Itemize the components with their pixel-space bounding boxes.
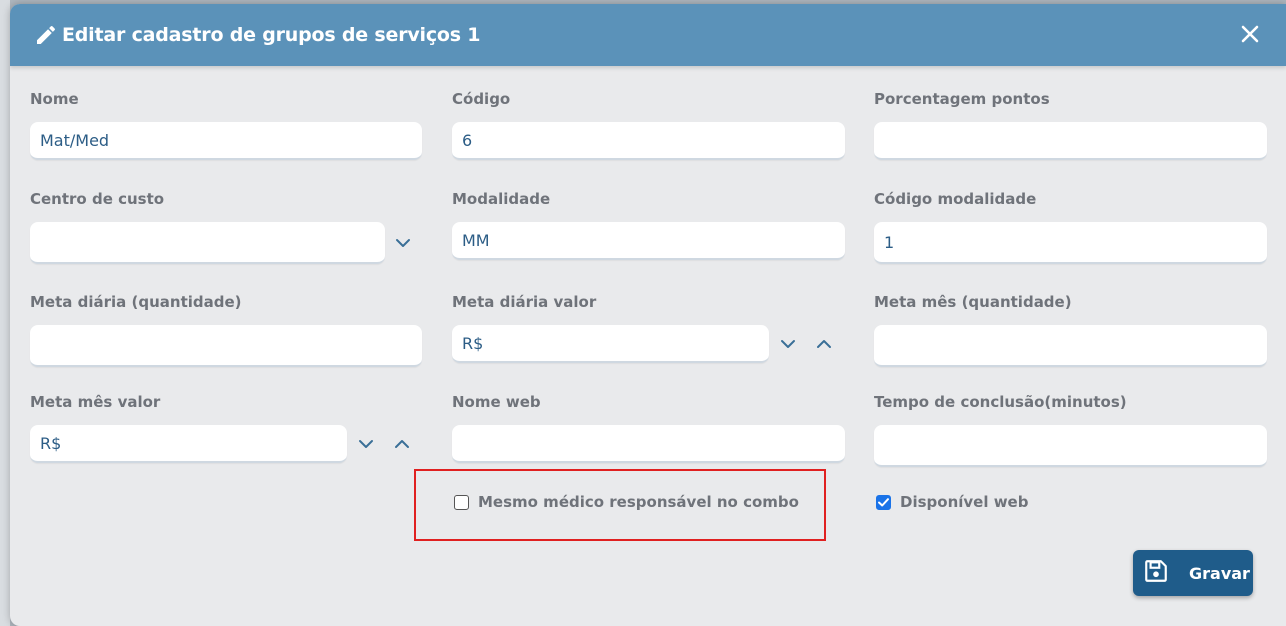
backdrop-strip <box>0 0 10 626</box>
nome-label: Nome <box>30 90 79 108</box>
save-button[interactable]: Gravar <box>1133 550 1253 596</box>
meta-mes-valor-input[interactable]: R$ <box>30 425 347 463</box>
tempo-conclusao-label: Tempo de conclusão(minutos) <box>874 393 1127 411</box>
meta-mes-qtd-label: Meta mês (quantidade) <box>874 293 1072 311</box>
modalidade-label: Modalidade <box>452 190 551 208</box>
porcentagem-pontos-input[interactable] <box>874 122 1267 160</box>
nome-input[interactable]: Mat/Med <box>30 122 422 160</box>
chevron-up-icon[interactable] <box>814 334 834 354</box>
codigo-modalidade-input[interactable]: 1 <box>874 222 1267 264</box>
centro-custo-label: Centro de custo <box>30 190 165 208</box>
dialog-title: Editar cadastro de grupos de serviços 1 <box>62 24 481 46</box>
codigo-label: Código <box>452 90 511 108</box>
tempo-conclusao-input[interactable] <box>874 425 1267 467</box>
disponivel-web-label[interactable]: Disponível web <box>900 493 1028 511</box>
meta-mes-valor-value: R$ <box>40 433 62 453</box>
mesmo-medico-checkbox[interactable] <box>454 495 469 510</box>
dialog-header: Editar cadastro de grupos de serviços 1 <box>10 4 1286 66</box>
codigo-modalidade-label: Código modalidade <box>874 190 1037 208</box>
save-button-label: Gravar <box>1189 563 1250 583</box>
chevron-down-icon[interactable] <box>356 434 376 454</box>
meta-mes-qtd-input[interactable] <box>874 325 1267 367</box>
nome-web-input[interactable] <box>452 425 845 463</box>
codigo-value: 6 <box>462 130 473 150</box>
close-icon[interactable] <box>1238 22 1262 46</box>
meta-diaria-valor-input[interactable]: R$ <box>452 325 769 363</box>
modalidade-input[interactable]: MM <box>452 222 845 260</box>
mesmo-medico-label[interactable]: Mesmo médico responsável no combo <box>478 493 799 511</box>
nome-web-label: Nome web <box>452 393 541 411</box>
floppy-disk-icon <box>1143 558 1169 588</box>
modalidade-value: MM <box>462 230 490 250</box>
meta-diaria-qtd-label: Meta diária (quantidade) <box>30 293 242 311</box>
check-icon <box>878 498 889 507</box>
meta-diaria-valor-value: R$ <box>462 333 484 353</box>
porcentagem-pontos-label: Porcentagem pontos <box>874 90 1050 108</box>
chevron-down-icon[interactable] <box>778 334 798 354</box>
chevron-up-icon[interactable] <box>392 434 412 454</box>
pencil-icon <box>34 23 58 47</box>
centro-custo-select[interactable] <box>30 222 385 264</box>
codigo-input[interactable]: 6 <box>452 122 845 160</box>
meta-mes-valor-label: Meta mês valor <box>30 393 161 411</box>
chevron-down-icon[interactable] <box>393 233 413 253</box>
disponivel-web-checkbox[interactable] <box>876 495 891 510</box>
meta-diaria-qtd-input[interactable] <box>30 325 422 367</box>
codigo-modalidade-value: 1 <box>884 232 895 252</box>
meta-diaria-valor-label: Meta diária valor <box>452 293 597 311</box>
nome-value: Mat/Med <box>40 130 110 150</box>
